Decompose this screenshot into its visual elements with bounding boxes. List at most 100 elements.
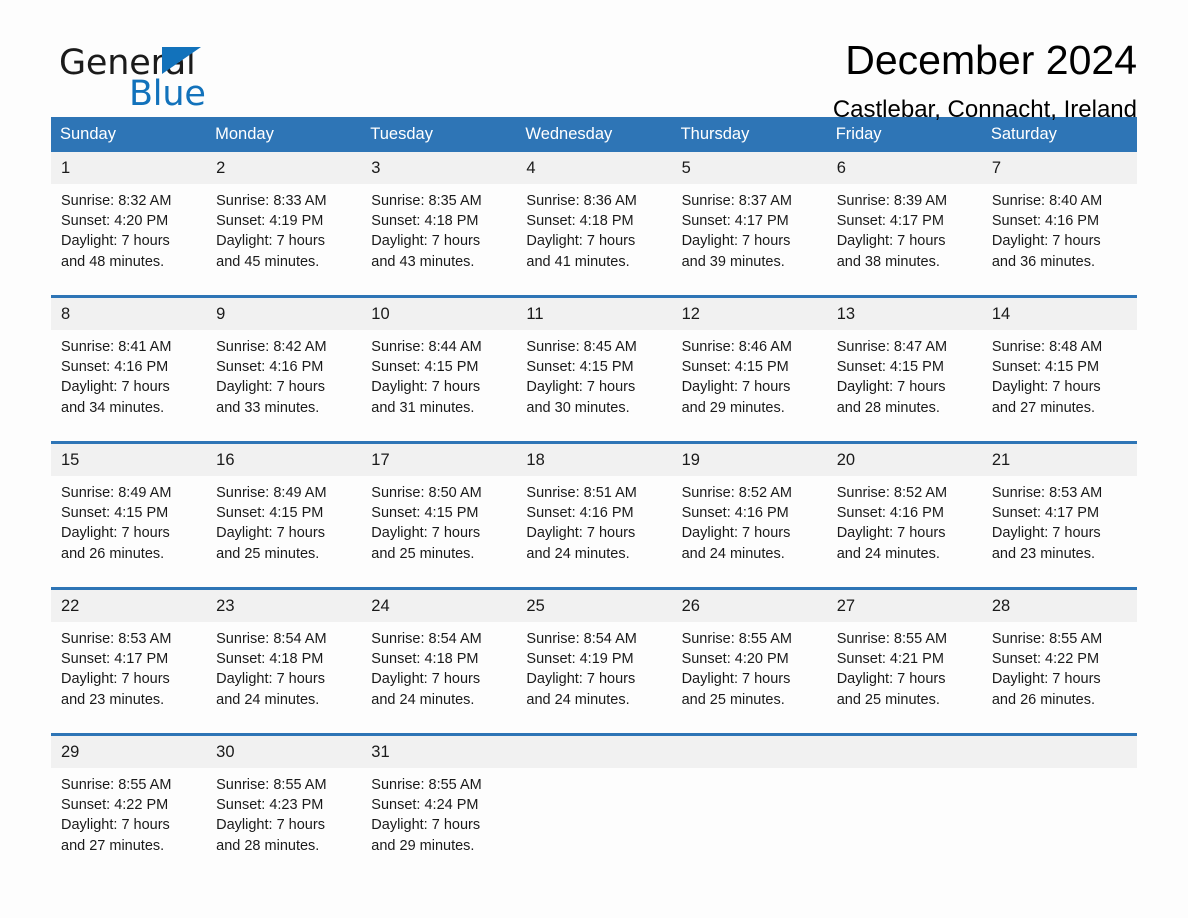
daylight-duration-line1: Daylight: 7 hours	[216, 525, 325, 542]
day-number: 30	[206, 736, 362, 768]
calendar-day-cell[interactable]: 22 Sunrise: 8:53 AM Sunset: 4:17 PM Dayligh…	[51, 587, 207, 735]
calendar-day-cell[interactable]: 17 Sunrise: 8:50 AM Sunset: 4:15 PM Dayligh…	[361, 441, 517, 589]
sunset-time: Sunset: 4:22 PM	[61, 797, 169, 814]
day-number: 18	[516, 444, 672, 476]
calendar-day-cell[interactable]: 4 Sunrise: 8:36 AM Sunset: 4:18 PM Daylight…	[516, 152, 672, 297]
calendar-day-cell[interactable]: 20 Sunrise: 8:52 AM Sunset: 4:16 PM Dayligh…	[826, 441, 982, 589]
calendar-day-cell[interactable]: 7 Sunrise: 8:40 AM Sunset: 4:16 PM Daylight…	[981, 152, 1137, 297]
calendar-day-cell[interactable]: 27 Sunrise: 8:55 AM Sunset: 4:21 PM Dayligh…	[826, 587, 982, 735]
calendar-day-cell[interactable]: 14 Sunrise: 8:48 AM Sunset: 4:15 PM Dayligh…	[981, 295, 1137, 443]
daylight-duration-line1: Daylight: 7 hours	[371, 379, 481, 396]
daylight-duration-line2: and 34 minutes.	[61, 399, 165, 416]
calendar-day-cell[interactable]: 5 Sunrise: 8:37 AM Sunset: 4:17 PM Daylight…	[671, 152, 827, 297]
sunrise-time: Sunrise: 8:52 AM	[681, 485, 792, 501]
sunrise-time: Sunrise: 8:54 AM	[371, 631, 482, 647]
sunrise-time: Sunrise: 8:37 AM	[681, 193, 792, 209]
daylight-duration-line2: and 45 minutes.	[216, 253, 320, 270]
calendar-body: 1 Sunrise: 8:32 AM Sunset: 4:20 PM Daylight…	[51, 152, 1137, 879]
day-number	[826, 736, 982, 768]
calendar-day-cell-empty	[671, 733, 827, 879]
sunrise-time: Sunrise: 8:44 AM	[371, 339, 482, 355]
calendar-day-cell[interactable]: 18 Sunrise: 8:51 AM Sunset: 4:16 PM Dayligh…	[516, 441, 672, 589]
daylight-duration-line1: Daylight: 7 hours	[216, 379, 325, 396]
sunrise-time: Sunrise: 8:54 AM	[526, 631, 637, 647]
day-details: Sunrise: 8:46 AM Sunset: 4:15 PM Daylight:…	[672, 330, 827, 441]
day-details: Sunrise: 8:32 AM Sunset: 4:20 PM Daylight:…	[51, 184, 206, 295]
calendar-day-cell[interactable]: 11 Sunrise: 8:45 AM Sunset: 4:15 PM Dayligh…	[516, 295, 672, 443]
daylight-duration-line1: Daylight: 7 hours	[991, 379, 1101, 396]
calendar-day-cell[interactable]: 8 Sunrise: 8:41 AM Sunset: 4:16 PM Daylight…	[51, 295, 207, 443]
daylight-duration-line2: and 29 minutes.	[681, 399, 785, 416]
calendar-day-cell-empty	[826, 733, 982, 879]
day-number: 1	[51, 152, 207, 184]
daylight-duration-line1: Daylight: 7 hours	[61, 233, 170, 250]
daylight-duration-line1: Daylight: 7 hours	[526, 379, 636, 396]
day-details: Sunrise: 8:37 AM Sunset: 4:17 PM Daylight:…	[672, 184, 827, 295]
sunrise-time: Sunrise: 8:42 AM	[216, 339, 327, 355]
daylight-duration-line2: and 27 minutes.	[61, 837, 165, 854]
day-number: 19	[671, 444, 827, 476]
day-number: 8	[51, 298, 207, 330]
daylight-duration-line1: Daylight: 7 hours	[836, 233, 946, 250]
calendar-day-cell[interactable]: 10 Sunrise: 8:44 AM Sunset: 4:15 PM Dayligh…	[361, 295, 517, 443]
sunset-time: Sunset: 4:23 PM	[216, 797, 324, 814]
sunset-time: Sunset: 4:16 PM	[681, 505, 789, 522]
day-number: 28	[981, 590, 1137, 622]
calendar-day-cell[interactable]: 12 Sunrise: 8:46 AM Sunset: 4:15 PM Dayligh…	[671, 295, 827, 443]
sunrise-time: Sunrise: 8:49 AM	[216, 485, 327, 501]
calendar-day-cell[interactable]: 15 Sunrise: 8:49 AM Sunset: 4:15 PM Dayligh…	[51, 441, 207, 589]
calendar-day-cell[interactable]: 6 Sunrise: 8:39 AM Sunset: 4:17 PM Daylight…	[826, 152, 982, 297]
daylight-duration-line1: Daylight: 7 hours	[61, 671, 170, 688]
sunrise-sunset-calendar: Sunday Monday Tuesday Wednesday Thursday…	[51, 117, 1137, 879]
calendar-day-cell[interactable]: 30 Sunrise: 8:55 AM Sunset: 4:23 PM Dayligh…	[206, 733, 362, 879]
sunrise-time: Sunrise: 8:55 AM	[681, 631, 792, 647]
logo-triangle-icon	[162, 47, 201, 74]
calendar-day-cell[interactable]: 24 Sunrise: 8:54 AM Sunset: 4:18 PM Dayligh…	[361, 587, 517, 735]
sunrise-time: Sunrise: 8:49 AM	[61, 485, 172, 501]
calendar-day-cell[interactable]: 26 Sunrise: 8:55 AM Sunset: 4:20 PM Dayligh…	[671, 587, 827, 735]
day-number: 21	[981, 444, 1137, 476]
page-title: December 2024	[845, 37, 1137, 83]
sunset-time: Sunset: 4:16 PM	[216, 359, 324, 376]
calendar-day-cell[interactable]: 13 Sunrise: 8:47 AM Sunset: 4:15 PM Dayligh…	[826, 295, 982, 443]
daylight-duration-line1: Daylight: 7 hours	[681, 233, 791, 250]
calendar-day-cell[interactable]: 23 Sunrise: 8:54 AM Sunset: 4:18 PM Dayligh…	[206, 587, 362, 735]
day-details: Sunrise: 8:53 AM Sunset: 4:17 PM Daylight:…	[51, 622, 206, 733]
day-details	[516, 768, 671, 879]
calendar-day-cell[interactable]: 19 Sunrise: 8:52 AM Sunset: 4:16 PM Dayligh…	[671, 441, 827, 589]
calendar-day-cell[interactable]: 3 Sunrise: 8:35 AM Sunset: 4:18 PM Daylight…	[361, 152, 517, 297]
daylight-duration-line2: and 43 minutes.	[371, 253, 475, 270]
day-details: Sunrise: 8:36 AM Sunset: 4:18 PM Daylight:…	[516, 184, 671, 295]
calendar-day-cell[interactable]: 16 Sunrise: 8:49 AM Sunset: 4:15 PM Dayligh…	[206, 441, 362, 589]
calendar-day-cell[interactable]: 28 Sunrise: 8:55 AM Sunset: 4:22 PM Dayligh…	[981, 587, 1137, 735]
daylight-duration-line2: and 26 minutes.	[991, 691, 1096, 708]
calendar-day-cell[interactable]: 9 Sunrise: 8:42 AM Sunset: 4:16 PM Daylight…	[206, 295, 362, 443]
calendar-day-cell[interactable]: 1 Sunrise: 8:32 AM Sunset: 4:20 PM Daylight…	[51, 152, 207, 297]
calendar-day-cell[interactable]: 25 Sunrise: 8:54 AM Sunset: 4:19 PM Dayligh…	[516, 587, 672, 735]
page-subtitle: Castlebar, Connacht, Ireland	[832, 96, 1137, 123]
daylight-duration-line2: and 28 minutes.	[836, 399, 940, 416]
day-details: Sunrise: 8:55 AM Sunset: 4:20 PM Daylight:…	[672, 622, 827, 733]
calendar-day-cell[interactable]: 2 Sunrise: 8:33 AM Sunset: 4:19 PM Daylight…	[206, 152, 362, 297]
daylight-duration-line2: and 29 minutes.	[371, 837, 475, 854]
day-details: Sunrise: 8:53 AM Sunset: 4:17 PM Daylight:…	[982, 476, 1137, 587]
sunrise-time: Sunrise: 8:55 AM	[371, 777, 482, 793]
daylight-duration-line2: and 38 minutes.	[836, 253, 940, 270]
day-number: 4	[516, 152, 672, 184]
calendar-day-cell[interactable]: 31 Sunrise: 8:55 AM Sunset: 4:24 PM Dayligh…	[361, 733, 517, 879]
sunset-time: Sunset: 4:20 PM	[681, 651, 789, 668]
calendar-week-row: 8 Sunrise: 8:41 AM Sunset: 4:16 PM Daylight…	[51, 295, 1137, 443]
daylight-duration-line1: Daylight: 7 hours	[526, 671, 636, 688]
day-number: 23	[206, 590, 362, 622]
sunset-time: Sunset: 4:18 PM	[216, 651, 324, 668]
generalblue-logo[interactable]: General Blue	[59, 44, 319, 116]
daylight-duration-line1: Daylight: 7 hours	[836, 379, 946, 396]
calendar-day-cell[interactable]: 29 Sunrise: 8:55 AM Sunset: 4:22 PM Dayligh…	[51, 733, 207, 879]
calendar-week-row: 15 Sunrise: 8:49 AM Sunset: 4:15 PM Dayligh…	[51, 441, 1137, 589]
daylight-duration-line1: Daylight: 7 hours	[681, 525, 791, 542]
daylight-duration-line1: Daylight: 7 hours	[526, 233, 636, 250]
sunrise-time: Sunrise: 8:33 AM	[216, 193, 327, 209]
calendar-day-cell[interactable]: 21 Sunrise: 8:53 AM Sunset: 4:17 PM Dayligh…	[981, 441, 1137, 589]
daylight-duration-line1: Daylight: 7 hours	[991, 233, 1101, 250]
daylight-duration-line2: and 39 minutes.	[681, 253, 785, 270]
